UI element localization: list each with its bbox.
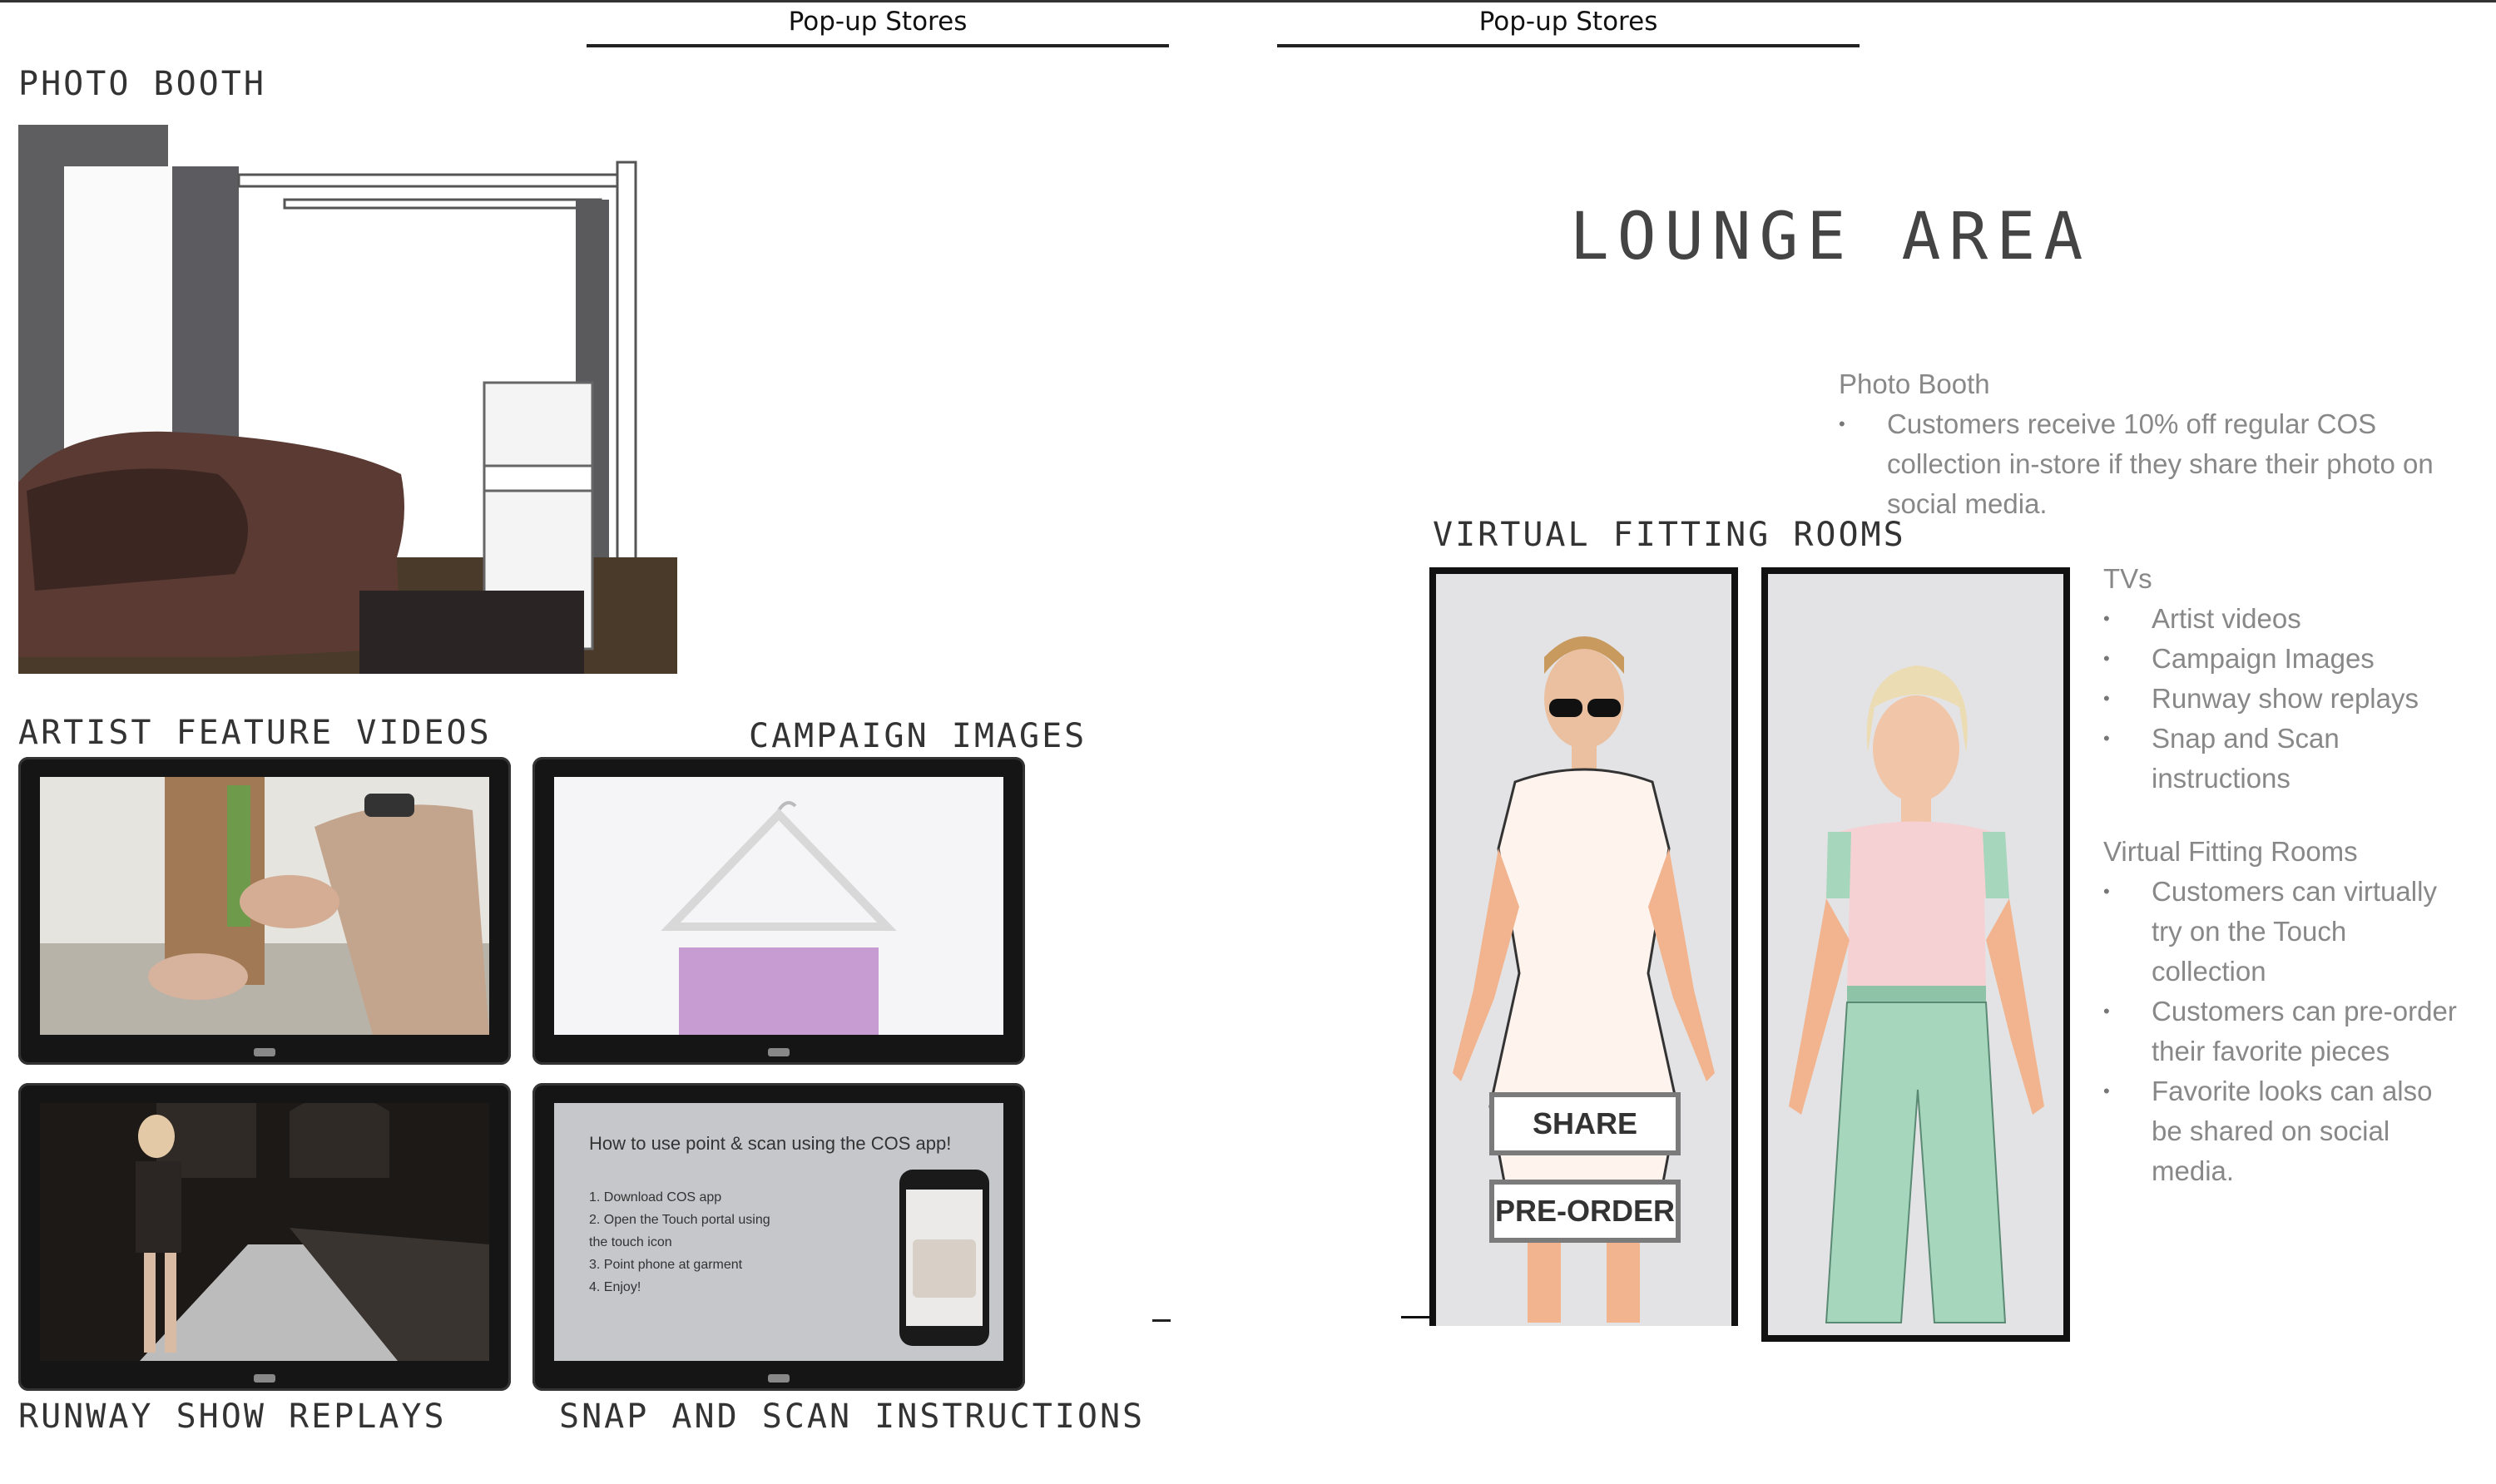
tvs-heading: TVs bbox=[2103, 563, 2152, 594]
snap-step: 3. Point phone at garment bbox=[589, 1258, 743, 1272]
photo-booth-info: Photo Booth Customers receive 10% off re… bbox=[1839, 364, 2438, 524]
snap-step: 4. Enjoy! bbox=[589, 1280, 641, 1294]
tvs-bullet: Runway show replays bbox=[2103, 679, 2461, 719]
snap-step: 1. Download COS app bbox=[589, 1190, 722, 1205]
tv-artist-videos bbox=[18, 757, 511, 1065]
share-button[interactable]: SHARE bbox=[1489, 1092, 1681, 1155]
phone-illustration bbox=[899, 1170, 989, 1346]
tv-campaign-images bbox=[532, 757, 1025, 1065]
booth-floor-line bbox=[1401, 1316, 1429, 1318]
top-border bbox=[0, 0, 2496, 2]
left-page-tab: Pop-up Stores bbox=[788, 7, 968, 37]
snap-scan-caption: SNAP AND SCAN INSTRUCTIONS bbox=[559, 1397, 1146, 1436]
artist-videos-caption: ARTIST FEATURE VIDEOS bbox=[18, 714, 492, 752]
virtual-fitting-caption: VIRTUAL FITTING ROOMS bbox=[1433, 516, 1906, 554]
tvs-bullet: Campaign Images bbox=[2103, 639, 2461, 679]
right-page-tab: Pop-up Stores bbox=[1478, 7, 1658, 37]
photo-booth-caption: PHOTO BOOTH bbox=[18, 65, 266, 103]
tvs-info: TVs Artist videos Campaign Images Runway… bbox=[2103, 559, 2461, 799]
runway-replays-caption: RUNWAY SHOW REPLAYS bbox=[18, 1397, 447, 1436]
right-tab-rule bbox=[1277, 44, 1860, 47]
snap-step: 2. Open the Touch portal using bbox=[589, 1213, 770, 1227]
tv-snap-and-scan: How to use point & scan using the COS ap… bbox=[532, 1083, 1025, 1391]
lounge-area-title: LOUNGE AREA bbox=[1569, 200, 2092, 275]
virtual-fitting-heading: Virtual Fitting Rooms bbox=[2103, 836, 2358, 867]
snap-step: the touch icon bbox=[589, 1235, 672, 1249]
snap-screen-title: How to use point & scan using the COS ap… bbox=[589, 1133, 952, 1154]
tv-runway-replays bbox=[18, 1083, 511, 1391]
virtual-fitting-bullet: Favorite looks can also be shared on soc… bbox=[2103, 1071, 2461, 1191]
virtual-fitting-info: Virtual Fitting Rooms Customers can virt… bbox=[2103, 832, 2461, 1191]
tvs-bullet: Snap and Scan instructions bbox=[2103, 719, 2461, 799]
snap-screen-steps: 1. Download COS app 2. Open the Touch po… bbox=[589, 1186, 770, 1298]
campaign-images-caption: CAMPAIGN IMAGES bbox=[749, 717, 1087, 755]
tvs-bullet: Artist videos bbox=[2103, 599, 2461, 639]
small-dash bbox=[1152, 1319, 1171, 1322]
photo-booth-render bbox=[18, 125, 677, 674]
photo-booth-heading: Photo Booth bbox=[1839, 369, 1990, 399]
virtual-fitting-bullet: Customers can pre-order their favorite p… bbox=[2103, 992, 2461, 1071]
photo-booth-bullet: Customers receive 10% off regular COS co… bbox=[1839, 404, 2438, 524]
virtual-fitting-bullet: Customers can virtually try on the Touch… bbox=[2103, 872, 2461, 992]
fitting-booth-2 bbox=[1761, 567, 2070, 1342]
pre-order-button[interactable]: PRE-ORDER bbox=[1489, 1180, 1681, 1243]
left-tab-rule bbox=[587, 44, 1169, 47]
